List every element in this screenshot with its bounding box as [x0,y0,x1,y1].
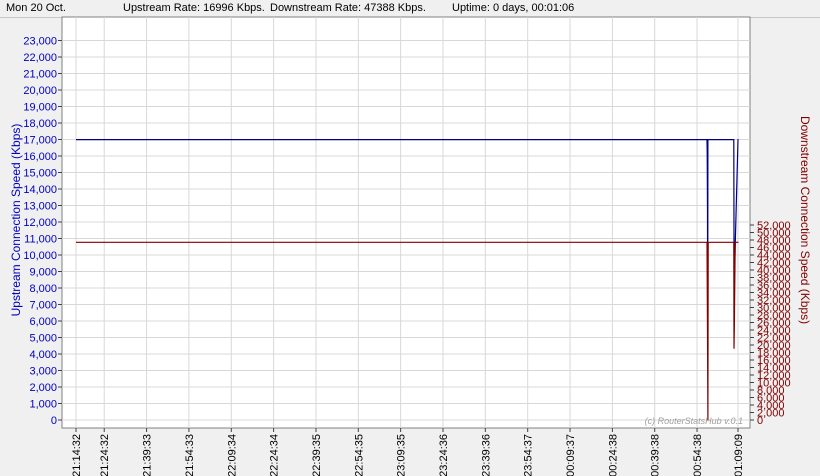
y-tick-label-left: 1,000 [29,399,57,411]
router-stats-window: Mon 20 Oct. Upstream Rate: 16996 Kbps. D… [0,0,820,476]
y-tick-label-left: 17,000 [23,135,57,147]
y-tick-label-left: 11,000 [24,234,57,246]
y-tick-label-left: 0 [51,415,57,427]
y-tick-label-left: 18,000 [23,118,57,130]
y-tick-label-left: 2,000 [29,382,57,394]
x-tick-label: 22:24:34 [269,434,281,476]
y-tick-label-left: 7,000 [29,300,57,312]
x-tick-label: 22:54:35 [353,434,365,476]
y-tick-label-left: 15,000 [23,168,57,180]
y-tick-label-right: 52,000 [757,220,791,232]
y-tick-label-left: 9,000 [29,267,57,279]
x-tick-label: 01:09:09 [733,434,745,476]
x-tick-label: 21:54:33 [184,434,196,476]
y-tick-label-left: 23,000 [23,36,57,48]
y-tick-label-left: 16,000 [23,151,57,163]
x-tick-label: 21:24:32 [99,434,111,476]
y-tick-label-left: 14,000 [23,184,57,196]
y-tick-label-left: 6,000 [29,316,57,328]
y-tick-label-left: 5,000 [29,333,57,345]
x-tick-label: 00:09:37 [565,434,577,476]
x-tick-label: 23:24:36 [438,434,450,476]
x-tick-label: 21:14:32 [71,434,83,476]
y-tick-label-left: 19,000 [23,102,57,114]
x-tick-label: 00:24:38 [607,434,619,476]
watermark: (c) RouterStatsHub v.0.1 [645,416,743,426]
y-tick-label-left: 8,000 [29,283,57,295]
y-tick-label-left: 21,000 [23,69,57,81]
speed-chart: 0 1,000 2,000 3,000 4,000 5,000 6,000 7,000 8,00… [9,16,812,476]
x-tick-label: 21:39:33 [142,434,154,476]
y-tick-label-left: 22,000 [23,52,57,64]
y-tick-label-left: 20,000 [23,85,57,97]
x-tick-label: 22:09:34 [226,434,238,476]
x-tick-label: 23:09:35 [396,434,408,476]
y-axis-label-upstream: Upstream Connection Speed (Kbps) [9,124,23,317]
y-axis-label-downstream: Downstream Connection Speed (Kbps) [798,116,812,324]
x-tick-label: 23:39:36 [480,434,492,476]
x-tick-label: 22:39:35 [311,434,323,476]
x-tick-label: 23:54:37 [523,434,535,476]
x-tick-label: 00:54:38 [692,434,704,476]
y-tick-label-left: 10,000 [23,250,57,262]
y-tick-label-left: 13,000 [23,201,57,213]
y-tick-label-left: 3,000 [29,366,57,378]
x-tick-label: 00:39:38 [650,434,662,476]
y-tick-label-left: 12,000 [23,217,57,229]
y-tick-label-left: 4,000 [29,349,57,361]
